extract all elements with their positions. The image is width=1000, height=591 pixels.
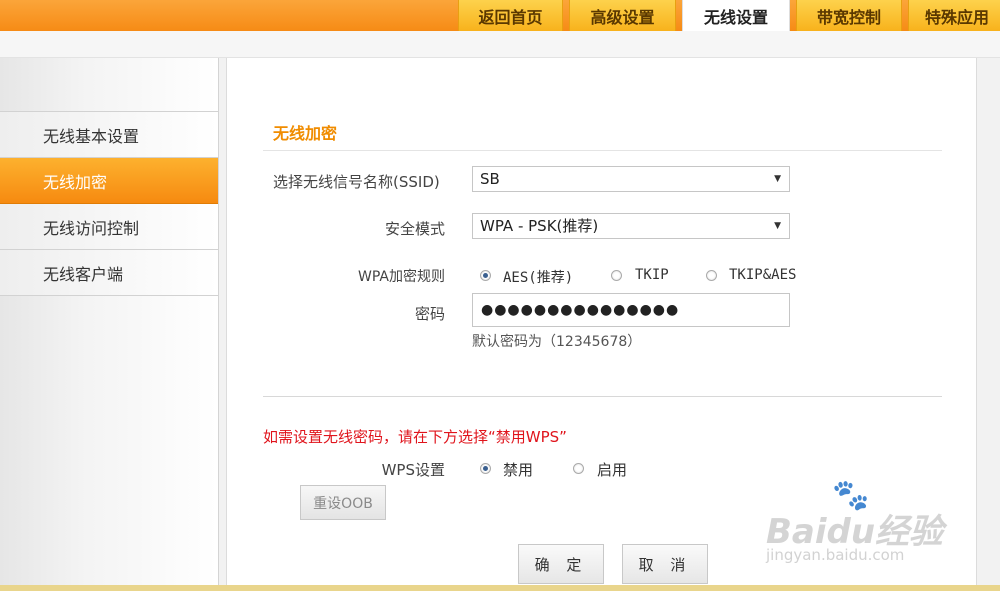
radio-aes[interactable] xyxy=(480,270,491,281)
divider xyxy=(263,150,942,151)
wpa-rule-label: WPA加密规则 xyxy=(358,269,445,285)
security-mode-value: WPA - PSK(推荐) xyxy=(480,217,599,235)
radio-wps-disable[interactable] xyxy=(480,463,491,474)
section-title: 无线加密 xyxy=(273,124,338,143)
tab-bandwidth[interactable]: 带宽控制 xyxy=(796,0,902,31)
top-bar: 返回首页 高级设置 无线设置 带宽控制 特殊应用 xyxy=(0,0,1000,31)
radio-tkip[interactable] xyxy=(611,270,622,281)
security-mode-select[interactable]: WPA - PSK(推荐) ▼ xyxy=(472,213,790,239)
bottom-strip xyxy=(0,585,1000,591)
radio-tkip-aes-label: TKIP&AES xyxy=(729,267,797,283)
ssid-select[interactable]: SB ▼ xyxy=(472,166,790,192)
chevron-down-icon: ▼ xyxy=(774,221,781,231)
radio-tkip-aes[interactable] xyxy=(706,270,717,281)
cancel-button[interactable]: 取 消 xyxy=(622,544,708,584)
sidebar-item-encryption[interactable]: 无线加密 xyxy=(0,158,218,204)
sidebar-item-access-control[interactable]: 无线访问控制 xyxy=(0,204,218,250)
ok-button[interactable]: 确 定 xyxy=(518,544,604,584)
radio-wps-disable-label: 禁用 xyxy=(503,461,534,479)
password-field[interactable]: ●●●●●●●●●●●●●●● xyxy=(472,293,790,327)
radio-aes-label: AES(推荐) xyxy=(503,270,574,286)
radio-wps-enable[interactable] xyxy=(573,463,584,474)
sub-bar xyxy=(0,31,1000,58)
ssid-value: SB xyxy=(480,170,500,188)
sidebar-list: 无线基本设置 无线加密 无线访问控制 无线客户端 xyxy=(0,111,218,296)
baidu-watermark: 🐾 Baidu经验 jingyan.baidu.com xyxy=(764,478,954,570)
divider xyxy=(263,396,942,397)
radio-wps-enable-label: 启用 xyxy=(597,461,628,479)
sidebar-item-clients[interactable]: 无线客户端 xyxy=(0,250,218,296)
chevron-down-icon: ▼ xyxy=(774,174,781,184)
password-label: 密码 xyxy=(414,305,445,323)
password-hint: 默认密码为（12345678） xyxy=(472,334,642,350)
radio-tkip-label: TKIP xyxy=(635,267,669,283)
tab-home[interactable]: 返回首页 xyxy=(458,0,563,31)
tab-advanced[interactable]: 高级设置 xyxy=(569,0,676,31)
tab-special-apps[interactable]: 特殊应用 xyxy=(908,0,1000,31)
sidebar-item-basic[interactable]: 无线基本设置 xyxy=(0,112,218,158)
wps-notice: 如需设置无线密码，请在下方选择“禁用WPS” xyxy=(263,428,567,446)
sidebar: 无线基本设置 无线加密 无线访问控制 无线客户端 xyxy=(0,58,219,591)
top-nav: 返回首页 高级设置 无线设置 带宽控制 特殊应用 xyxy=(452,0,1000,31)
wps-label: WPS设置 xyxy=(381,461,445,479)
reset-oob-button[interactable]: 重设OOB xyxy=(300,485,386,520)
ssid-label: 选择无线信号名称(SSID) xyxy=(273,173,440,191)
watermark-url: jingyan.baidu.com xyxy=(766,546,905,564)
tab-wireless[interactable]: 无线设置 xyxy=(682,0,790,31)
security-mode-label: 安全模式 xyxy=(384,220,445,238)
